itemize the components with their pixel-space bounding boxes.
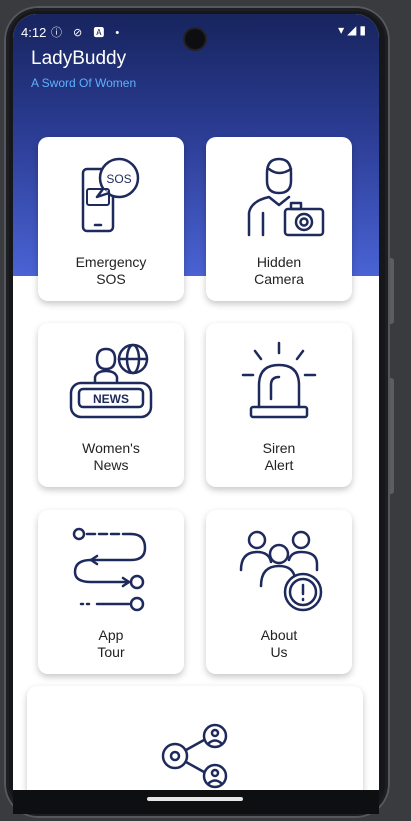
sos-icon-text: SOS bbox=[106, 172, 131, 186]
card-siren-alert[interactable]: Siren Alert bbox=[206, 323, 352, 487]
camera-person-icon bbox=[247, 157, 325, 237]
volume-button bbox=[390, 378, 394, 494]
group-info-icon bbox=[239, 530, 323, 612]
card-label: About Us bbox=[260, 627, 298, 660]
sos-phone-icon: SOS bbox=[81, 157, 140, 233]
siren-icon bbox=[241, 341, 317, 419]
share-icon bbox=[161, 723, 228, 789]
card-label: App Tour bbox=[97, 627, 125, 660]
front-camera bbox=[185, 29, 205, 49]
card-share[interactable] bbox=[27, 686, 363, 794]
card-label: Emergency SOS bbox=[75, 254, 147, 287]
news-anchor-icon: NEWS bbox=[69, 343, 153, 419]
app-subtitle: A Sword Of Women bbox=[31, 76, 137, 90]
card-about-us[interactable]: About Us bbox=[206, 510, 352, 674]
status-system-icons: ▾◢▮ bbox=[338, 23, 369, 37]
card-hidden-camera[interactable]: Hidden Camera bbox=[206, 137, 352, 301]
power-button bbox=[390, 258, 394, 324]
app-title: LadyBuddy bbox=[31, 48, 127, 69]
card-emergency-sos[interactable]: SOS Emergency SOS bbox=[38, 137, 184, 301]
screen: 4:12 ⓘ ⊘ 🅰 • ▾◢▮ LadyBuddy A Sword Of Wo… bbox=[13, 14, 379, 794]
card-label: Hidden Camera bbox=[254, 254, 304, 287]
card-label: Women's News bbox=[82, 440, 140, 473]
news-icon-text: NEWS bbox=[93, 392, 129, 406]
card-app-tour[interactable]: App Tour bbox=[38, 510, 184, 674]
card-womens-news[interactable]: NEWS Women's News bbox=[38, 323, 184, 487]
navigation-bar bbox=[13, 790, 379, 814]
card-label: Siren Alert bbox=[262, 440, 296, 473]
home-gesture-handle[interactable] bbox=[147, 797, 243, 801]
flowchart-icon bbox=[72, 527, 147, 612]
status-time: 4:12 bbox=[21, 25, 47, 40]
status-notification-icons: ⓘ ⊘ 🅰 • bbox=[51, 27, 124, 39]
